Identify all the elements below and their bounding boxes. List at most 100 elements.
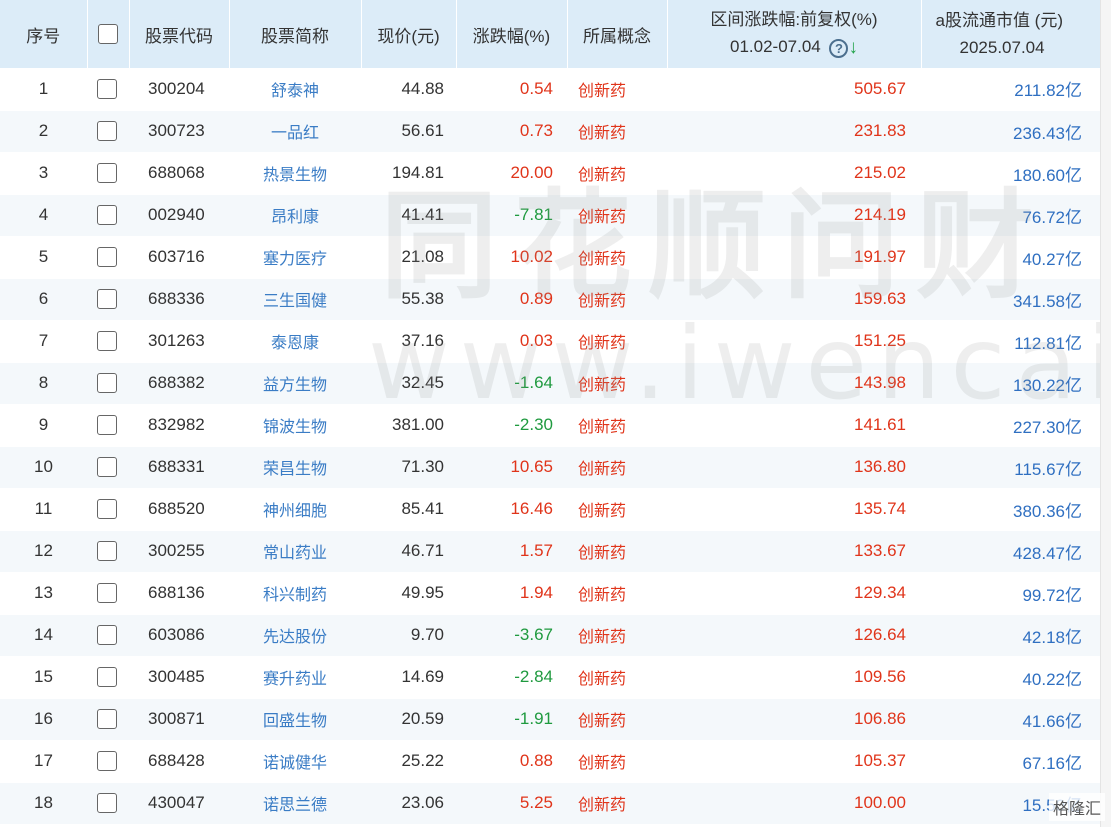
table-row[interactable]: 11 688520 神州细胞 85.41 16.46 创新药 135.74 380.36亿 [0,488,1100,531]
row-select[interactable] [87,488,129,531]
stock-concept[interactable]: 创新药 [567,530,667,573]
stock-code[interactable]: 688382 [129,362,229,405]
stock-concept[interactable]: 创新药 [567,446,667,489]
stock-code[interactable]: 002940 [129,194,229,237]
stock-concept[interactable]: 创新药 [567,110,667,153]
stock-concept[interactable]: 创新药 [567,698,667,741]
row-select[interactable] [87,740,129,783]
table-row[interactable]: 6 688336 三生国健 55.38 0.89 创新药 159.63 341.58亿 [0,278,1100,321]
header-change[interactable]: 涨跌幅(%) [456,0,568,68]
row-select[interactable] [87,530,129,573]
row-checkbox[interactable] [97,163,117,184]
stock-concept[interactable]: 创新药 [567,572,667,615]
stock-code[interactable]: 688136 [129,572,229,615]
stock-concept[interactable]: 创新药 [567,236,667,279]
stock-concept[interactable]: 创新药 [567,362,667,405]
row-checkbox[interactable] [97,205,117,226]
table-row[interactable]: 2 300723 一品红 56.61 0.73 创新药 231.83 236.43亿 [0,110,1100,153]
stock-name[interactable]: 诺诚健华 [229,740,361,783]
stock-concept[interactable]: 创新药 [567,656,667,699]
stock-name[interactable]: 锦波生物 [229,404,361,447]
row-select[interactable] [87,110,129,153]
header-code[interactable]: 股票代码 [129,0,230,68]
stock-code[interactable]: 688331 [129,446,229,489]
stock-name[interactable]: 常山药业 [229,530,361,573]
select-all-checkbox[interactable] [98,24,118,45]
row-checkbox[interactable] [97,583,117,604]
row-checkbox[interactable] [97,793,117,814]
row-checkbox[interactable] [97,289,117,310]
header-name[interactable]: 股票简称 [229,0,362,68]
stock-name[interactable]: 赛升药业 [229,656,361,699]
sort-desc-icon[interactable]: ↓ [848,38,858,59]
stock-name[interactable]: 一品红 [229,110,361,153]
row-select[interactable] [87,236,129,279]
stock-concept[interactable]: 创新药 [567,152,667,195]
row-select[interactable] [87,614,129,657]
stock-code[interactable]: 300871 [129,698,229,741]
row-checkbox[interactable] [97,415,117,436]
scrollbar[interactable] [1100,0,1111,827]
row-checkbox[interactable] [97,247,117,268]
header-concept[interactable]: 所属概念 [567,0,668,68]
stock-code[interactable]: 832982 [129,404,229,447]
stock-name[interactable]: 回盛生物 [229,698,361,741]
help-icon[interactable]: ? [829,38,849,58]
stock-concept[interactable]: 创新药 [567,740,667,783]
stock-name[interactable]: 科兴制药 [229,572,361,615]
stock-code[interactable]: 688068 [129,152,229,195]
row-checkbox[interactable] [97,457,117,478]
table-row[interactable]: 16 300871 回盛生物 20.59 -1.91 创新药 106.86 41.66亿 [0,698,1100,741]
stock-code[interactable]: 603086 [129,614,229,657]
row-select[interactable] [87,404,129,447]
row-checkbox[interactable] [97,541,117,562]
stock-concept[interactable]: 创新药 [567,404,667,447]
stock-concept[interactable]: 创新药 [567,782,667,825]
stock-name[interactable]: 舒泰神 [229,68,361,111]
header-price[interactable]: 现价(元) [361,0,457,68]
stock-name[interactable]: 先达股份 [229,614,361,657]
header-select-all[interactable] [87,0,130,68]
row-select[interactable] [87,446,129,489]
table-row[interactable]: 7 301263 泰恩康 37.16 0.03 创新药 151.25 112.81亿 [0,320,1100,363]
stock-code[interactable]: 430047 [129,782,229,825]
stock-concept[interactable]: 创新药 [567,68,667,111]
row-checkbox[interactable] [97,667,117,688]
stock-concept[interactable]: 创新药 [567,278,667,321]
stock-code[interactable]: 300255 [129,530,229,573]
stock-concept[interactable]: 创新药 [567,488,667,531]
stock-name[interactable]: 神州细胞 [229,488,361,531]
row-select[interactable] [87,698,129,741]
table-row[interactable]: 10 688331 荣昌生物 71.30 10.65 创新药 136.80 115.67亿 [0,446,1100,489]
stock-code[interactable]: 603716 [129,236,229,279]
stock-concept[interactable]: 创新药 [567,320,667,363]
stock-name[interactable]: 热景生物 [229,152,361,195]
row-select[interactable] [87,68,129,111]
header-market-cap[interactable]: a股流通市值 (元) 2025.07.04 [921,0,1101,68]
table-row[interactable]: 9 832982 锦波生物 381.00 -2.30 创新药 141.61 227.30亿 [0,404,1100,447]
stock-code[interactable]: 301263 [129,320,229,363]
table-row[interactable]: 1 300204 舒泰神 44.88 0.54 创新药 505.67 211.82亿 [0,68,1100,111]
row-select[interactable] [87,572,129,615]
header-range-change[interactable]: 区间涨跌幅:前复权(%) 01.02-07.04 ? ↓ [667,0,922,68]
stock-concept[interactable]: 创新药 [567,194,667,237]
stock-name[interactable]: 昂利康 [229,194,361,237]
stock-code[interactable]: 300723 [129,110,229,153]
row-checkbox[interactable] [97,499,117,520]
stock-name[interactable]: 荣昌生物 [229,446,361,489]
stock-code[interactable]: 300204 [129,68,229,111]
stock-code[interactable]: 688428 [129,740,229,783]
row-checkbox[interactable] [97,709,117,730]
table-row[interactable]: 17 688428 诺诚健华 25.22 0.88 创新药 105.37 67.16亿 [0,740,1100,783]
table-row[interactable]: 13 688136 科兴制药 49.95 1.94 创新药 129.34 99.72亿 [0,572,1100,615]
stock-name[interactable]: 塞力医疗 [229,236,361,279]
row-select[interactable] [87,362,129,405]
row-select[interactable] [87,656,129,699]
stock-concept[interactable]: 创新药 [567,614,667,657]
row-select[interactable] [87,320,129,363]
row-select[interactable] [87,194,129,237]
table-row[interactable]: 15 300485 赛升药业 14.69 -2.84 创新药 109.56 40.22亿 [0,656,1100,699]
row-checkbox[interactable] [97,79,117,99]
row-select[interactable] [87,782,129,825]
row-checkbox[interactable] [97,373,117,394]
